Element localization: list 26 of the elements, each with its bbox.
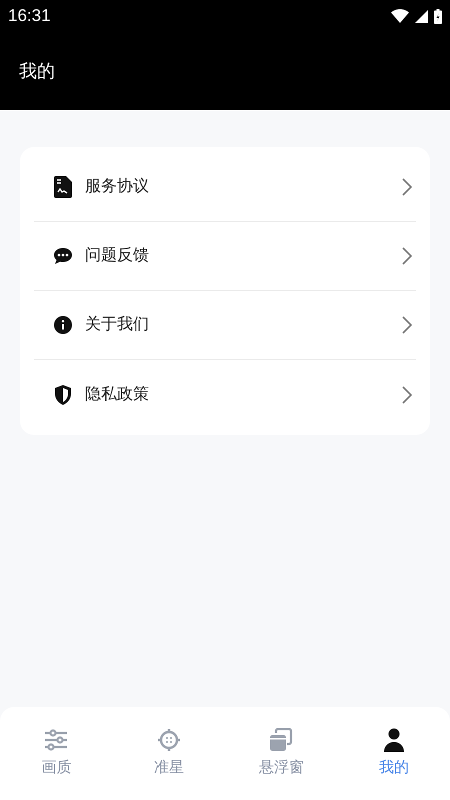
chevron-right-icon [402,178,412,196]
info-icon [54,316,72,334]
menu-label: 隐私政策 [85,384,150,404]
signal-icon [415,10,428,22]
crosshair-icon [156,728,181,752]
menu-item[interactable]: 关于我们 [34,291,416,360]
person-icon [382,728,405,752]
status-time: 16:31 [8,5,51,28]
document-icon [54,176,72,198]
menu-item[interactable]: 隐私政策 [34,360,416,429]
menu-label: 服务协议 [85,176,150,197]
menu-label: 问题反馈 [85,246,150,266]
menu-item[interactable]: 问题反馈 [34,222,416,291]
sliders-icon [44,729,68,751]
nav-tab[interactable]: 我的 [338,727,450,780]
chevron-right-icon [402,386,412,404]
menu-item[interactable]: 服务协议 [34,153,416,222]
chevron-right-icon [402,247,412,265]
page-title: 我的 [19,60,55,82]
shield-icon [54,384,72,404]
chat-icon [53,247,73,265]
battery-icon [434,8,442,24]
wifi-icon [391,9,409,23]
windows-icon [269,728,294,752]
chevron-right-icon [402,316,412,334]
menu-label: 关于我们 [85,314,150,335]
